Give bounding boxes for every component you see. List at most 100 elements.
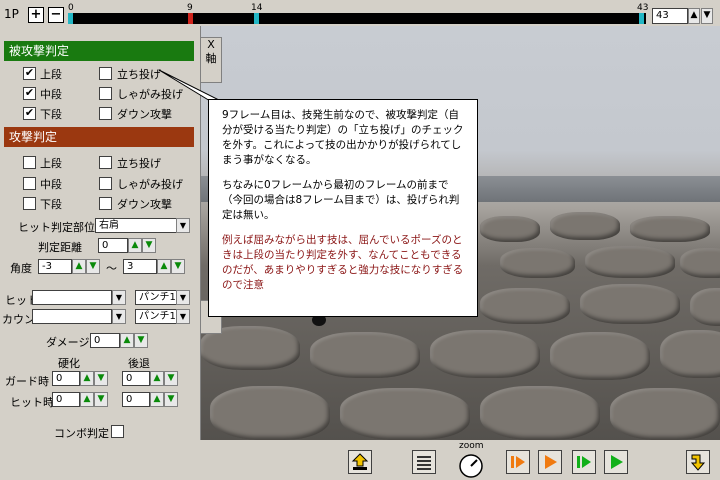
- hit-knockback-input[interactable]: 0: [122, 392, 150, 407]
- hurt-stand-throw-checkbox[interactable]: [99, 67, 112, 80]
- cobblestone: [500, 248, 575, 278]
- timeline-key-marker[interactable]: [639, 13, 644, 24]
- stiffness-label: 硬化: [58, 357, 80, 370]
- tooltip-text: ちなみに0フレームから最初のフレームの前まで（今回の場合は8フレーム目まで）は、…: [222, 179, 460, 221]
- step-forward-button[interactable]: [572, 450, 596, 474]
- hurt-down-attack-checkbox[interactable]: [99, 107, 112, 120]
- hit-part-select[interactable]: 右肩: [95, 218, 177, 233]
- spin-up-icon[interactable]: ▲: [150, 371, 164, 386]
- tab-label: X: [207, 38, 215, 51]
- zoom-label: zoom: [459, 441, 484, 451]
- cobblestone: [680, 248, 720, 278]
- chevron-down-icon[interactable]: ▼: [112, 309, 126, 324]
- hurt-section-header: 被攻撃判定: [4, 41, 194, 61]
- timeline-track[interactable]: [68, 13, 646, 24]
- spin-down-icon[interactable]: ▼: [164, 392, 178, 407]
- spin-up-icon[interactable]: ▲: [120, 333, 134, 348]
- chevron-down-icon[interactable]: ▼: [176, 290, 190, 305]
- guard-stiffness-input[interactable]: 0: [52, 371, 80, 386]
- hurt-mid-checkbox[interactable]: ✔: [23, 87, 36, 100]
- cobblestone: [660, 330, 720, 378]
- distance-input[interactable]: 0: [98, 238, 128, 253]
- export-button[interactable]: [348, 450, 372, 474]
- checkbox-label: 下段: [40, 108, 62, 121]
- spin-down-icon[interactable]: ▼: [164, 371, 178, 386]
- hurt-low-checkbox[interactable]: ✔: [23, 107, 36, 120]
- tutorial-tooltip: 9フレーム目は、技発生前なので、被攻撃判定（自分が受ける当たり判定）の「立ち投げ…: [208, 99, 478, 317]
- spin-up-icon[interactable]: ▲: [128, 238, 142, 253]
- checkbox-label: ダウン攻撃: [117, 198, 172, 211]
- chevron-down-icon[interactable]: ▼: [112, 290, 126, 305]
- checkbox-label: 中段: [40, 178, 62, 191]
- step-icon: [577, 456, 591, 468]
- tooltip-text: 9フレーム目は、技発生前なので、被攻撃判定（自分が受ける当たり判定）の「立ち投げ…: [222, 109, 464, 166]
- spin-down-icon[interactable]: ▼: [94, 371, 108, 386]
- list-button[interactable]: [412, 450, 436, 474]
- attack-down-attack-checkbox[interactable]: [99, 197, 112, 210]
- play-button[interactable]: [538, 450, 562, 474]
- hit-stiffness-input[interactable]: 0: [52, 392, 80, 407]
- spin-down-icon[interactable]: ▼: [171, 259, 185, 274]
- attack-high-checkbox[interactable]: [23, 156, 36, 169]
- timeline-tick-label: 0: [68, 3, 74, 13]
- timeline-key-marker[interactable]: [254, 13, 259, 24]
- timeline-tick-label: 9: [187, 3, 193, 13]
- zoom-dial-icon[interactable]: [458, 453, 484, 479]
- cobblestone: [210, 386, 330, 440]
- damage-input[interactable]: 0: [90, 333, 120, 348]
- hurt-high-checkbox[interactable]: ✔: [23, 67, 36, 80]
- download-button[interactable]: [686, 450, 710, 474]
- frame-number-input[interactable]: 43: [652, 8, 688, 24]
- play-icon: [545, 455, 557, 469]
- counter-sound-select[interactable]: パンチ1: [135, 309, 177, 324]
- combo-label: コンボ判定: [54, 427, 109, 440]
- add-frame-button[interactable]: +: [28, 7, 44, 23]
- angle-to-input[interactable]: 3: [123, 259, 157, 274]
- timeline-key-marker[interactable]: [68, 13, 73, 24]
- hit-sound-select[interactable]: パンチ1: [135, 290, 177, 305]
- hurt-crouch-throw-checkbox[interactable]: [99, 87, 112, 100]
- checkbox-label: 立ち投げ: [117, 157, 161, 170]
- spin-up-icon[interactable]: ▲: [80, 392, 94, 407]
- cobblestone: [550, 332, 650, 380]
- chevron-down-icon[interactable]: ▼: [176, 309, 190, 324]
- cobblestone: [310, 332, 420, 378]
- spin-up-icon[interactable]: ▲: [157, 259, 171, 274]
- play-icon: [611, 455, 623, 469]
- combo-checkbox[interactable]: [111, 425, 124, 438]
- remove-frame-button[interactable]: −: [48, 7, 64, 23]
- attack-stand-throw-checkbox[interactable]: [99, 156, 112, 169]
- timeline-tick-label: 43: [637, 3, 649, 13]
- spin-down-icon[interactable]: ▼: [94, 392, 108, 407]
- guard-knockback-input[interactable]: 0: [122, 371, 150, 386]
- hit-effect-input[interactable]: [32, 290, 112, 305]
- attack-mid-checkbox[interactable]: [23, 177, 36, 190]
- frame-down-icon[interactable]: ▼: [701, 8, 713, 24]
- angle-from-input[interactable]: -3: [38, 259, 72, 274]
- distance-label: 判定距離: [38, 241, 82, 254]
- spin-up-icon[interactable]: ▲: [150, 392, 164, 407]
- chevron-down-icon[interactable]: ▼: [176, 218, 190, 233]
- cobblestone: [580, 284, 680, 324]
- attack-low-checkbox[interactable]: [23, 197, 36, 210]
- cobblestone: [480, 288, 570, 324]
- play-all-button[interactable]: [604, 450, 628, 474]
- spin-down-icon[interactable]: ▼: [86, 259, 100, 274]
- tooltip-text: 例えば屈みながら出す技は、屈んでいるポーズのときは上段の当たり判定を外す、なんて…: [222, 234, 464, 291]
- checkbox-label: 下段: [40, 198, 62, 211]
- step-back-button[interactable]: [506, 450, 530, 474]
- guard-label: ガード時: [5, 375, 49, 388]
- cobblestone: [480, 216, 540, 242]
- spin-up-icon[interactable]: ▲: [72, 259, 86, 274]
- list-icon: [417, 456, 431, 470]
- spin-down-icon[interactable]: ▼: [134, 333, 148, 348]
- spin-up-icon[interactable]: ▲: [80, 371, 94, 386]
- counter-effect-input[interactable]: [32, 309, 112, 324]
- frame-up-icon[interactable]: ▲: [688, 8, 700, 24]
- attack-crouch-throw-checkbox[interactable]: [99, 177, 112, 190]
- damage-label: ダメージ: [46, 336, 90, 349]
- timeline-tick-label: 14: [251, 3, 263, 13]
- spin-down-icon[interactable]: ▼: [142, 238, 156, 253]
- timeline-current-marker[interactable]: [188, 13, 193, 24]
- cobblestone: [610, 388, 720, 440]
